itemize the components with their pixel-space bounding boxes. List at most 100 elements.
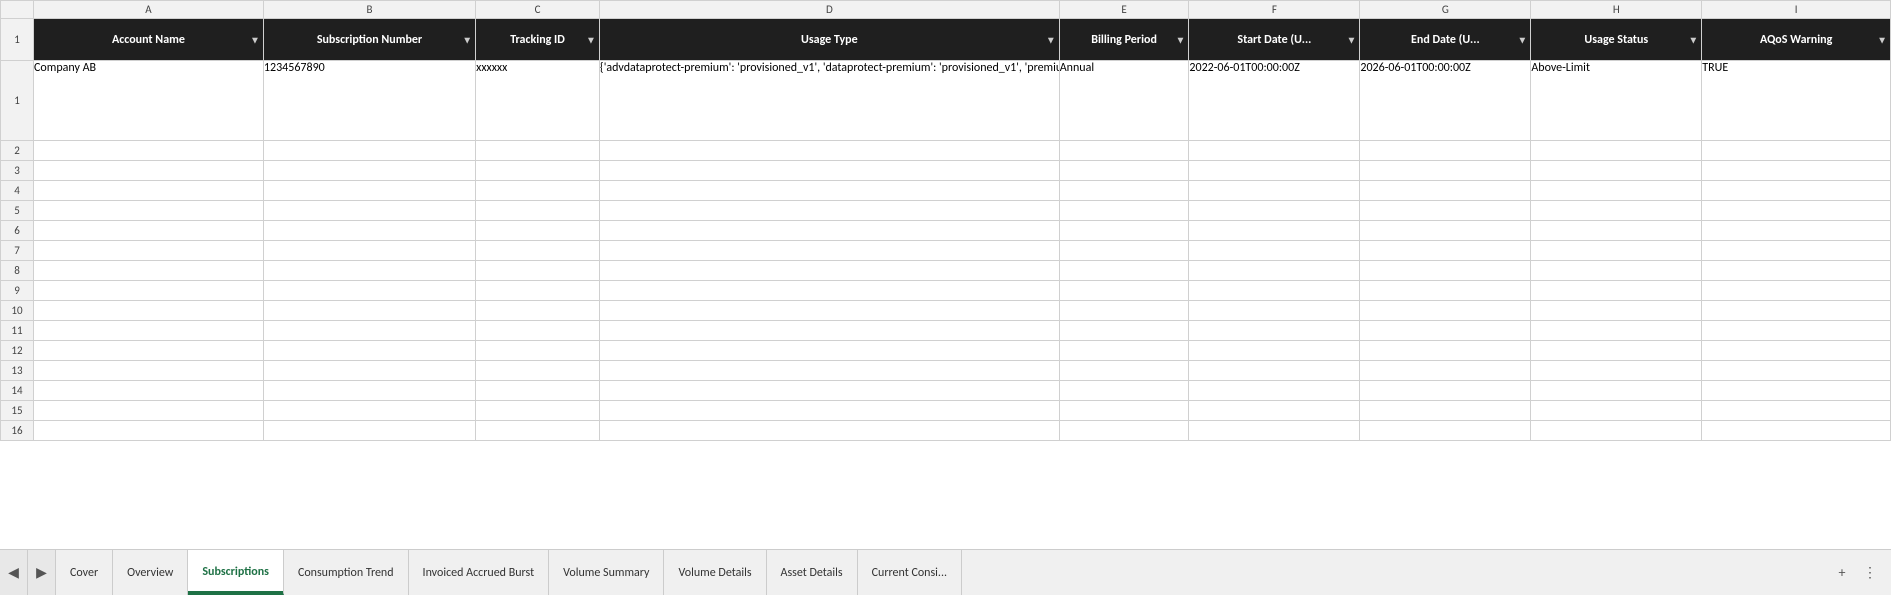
cell-end-date[interactable] [1360,161,1531,181]
cell-billing-period[interactable] [1059,421,1189,441]
cell-usage-status[interactable] [1531,281,1702,301]
filter-dropdown-f[interactable]: ▼ [1346,33,1356,46]
cell-tracking-id[interactable] [476,361,600,381]
cell-subscription-number[interactable] [263,161,475,181]
cell-billing-period[interactable] [1059,221,1189,241]
cell-tracking-id[interactable] [476,281,600,301]
cell-tracking-id[interactable]: xxxxxx [476,61,600,141]
cell-subscription-number[interactable] [263,241,475,261]
cell-billing-period[interactable] [1059,201,1189,221]
cell-account-name[interactable] [34,341,264,361]
cell-aqos-warning[interactable] [1702,261,1891,281]
cell-aqos-warning[interactable] [1702,221,1891,241]
cell-end-date[interactable] [1360,401,1531,421]
cell-subscription-number[interactable] [263,361,475,381]
cell-tracking-id[interactable] [476,221,600,241]
cell-account-name[interactable] [34,181,264,201]
filter-dropdown-i[interactable]: ▼ [1877,33,1887,46]
tab-overview[interactable]: Overview [113,550,188,595]
cell-usage-type[interactable] [599,401,1059,421]
cell-start-date[interactable] [1189,201,1360,221]
cell-billing-period[interactable] [1059,241,1189,261]
more-sheets-button[interactable]: ⋮ [1857,560,1883,586]
cell-usage-type[interactable] [599,301,1059,321]
cell-usage-type[interactable] [599,421,1059,441]
col-header-start-date[interactable]: Start Date (U... ▼ [1189,19,1360,61]
cell-aqos-warning[interactable] [1702,421,1891,441]
col-letter-g[interactable]: G [1360,1,1531,19]
cell-tracking-id[interactable] [476,301,600,321]
cell-aqos-warning[interactable] [1702,161,1891,181]
cell-usage-status[interactable] [1531,201,1702,221]
cell-end-date[interactable] [1360,281,1531,301]
cell-usage-status[interactable] [1531,301,1702,321]
cell-start-date[interactable] [1189,281,1360,301]
cell-billing-period[interactable]: Annual [1059,61,1189,141]
col-letter-d[interactable]: D [599,1,1059,19]
cell-account-name[interactable] [34,241,264,261]
cell-start-date[interactable] [1189,381,1360,401]
cell-account-name[interactable]: Company AB [34,61,264,141]
cell-start-date[interactable] [1189,261,1360,281]
cell-end-date[interactable] [1360,301,1531,321]
cell-subscription-number[interactable] [263,421,475,441]
cell-usage-status[interactable] [1531,221,1702,241]
cell-end-date[interactable]: 2026-06-01T00:00:00Z [1360,61,1531,141]
cell-aqos-warning[interactable] [1702,381,1891,401]
cell-tracking-id[interactable] [476,141,600,161]
cell-usage-status[interactable] [1531,241,1702,261]
cell-start-date[interactable] [1189,321,1360,341]
cell-account-name[interactable] [34,321,264,341]
cell-usage-type[interactable] [599,281,1059,301]
cell-end-date[interactable] [1360,361,1531,381]
cell-end-date[interactable] [1360,141,1531,161]
cell-usage-type[interactable] [599,381,1059,401]
cell-start-date[interactable] [1189,181,1360,201]
cell-account-name[interactable] [34,301,264,321]
cell-usage-type[interactable] [599,261,1059,281]
cell-end-date[interactable] [1360,381,1531,401]
cell-billing-period[interactable] [1059,281,1189,301]
cell-usage-type[interactable] [599,221,1059,241]
cell-aqos-warning[interactable] [1702,201,1891,221]
cell-tracking-id[interactable] [476,421,600,441]
cell-tracking-id[interactable] [476,321,600,341]
filter-dropdown-g[interactable]: ▼ [1517,33,1527,46]
cell-account-name[interactable] [34,201,264,221]
col-letter-b[interactable]: B [263,1,475,19]
cell-end-date[interactable] [1360,261,1531,281]
cell-subscription-number[interactable] [263,381,475,401]
tab-volume-summary[interactable]: Volume Summary [549,550,664,595]
cell-account-name[interactable] [34,421,264,441]
cell-usage-type[interactable] [599,141,1059,161]
cell-end-date[interactable] [1360,181,1531,201]
cell-end-date[interactable] [1360,201,1531,221]
cell-tracking-id[interactable] [476,161,600,181]
cell-start-date[interactable] [1189,161,1360,181]
cell-end-date[interactable] [1360,321,1531,341]
cell-start-date[interactable] [1189,361,1360,381]
cell-start-date[interactable]: 2022-06-01T00:00:00Z [1189,61,1360,141]
cell-tracking-id[interactable] [476,201,600,221]
cell-end-date[interactable] [1360,341,1531,361]
cell-tracking-id[interactable] [476,401,600,421]
cell-billing-period[interactable] [1059,321,1189,341]
cell-billing-period[interactable] [1059,261,1189,281]
cell-start-date[interactable] [1189,301,1360,321]
cell-end-date[interactable] [1360,241,1531,261]
cell-tracking-id[interactable] [476,381,600,401]
col-header-usage-status[interactable]: Usage Status ▼ [1531,19,1702,61]
cell-account-name[interactable] [34,261,264,281]
filter-dropdown-a[interactable]: ▼ [250,33,260,46]
cell-usage-type[interactable] [599,321,1059,341]
tab-prev-button[interactable]: ◀ [0,550,28,595]
col-letter-f[interactable]: F [1189,1,1360,19]
cell-usage-status[interactable] [1531,161,1702,181]
cell-subscription-number[interactable] [263,321,475,341]
cell-subscription-number[interactable] [263,221,475,241]
cell-aqos-warning[interactable] [1702,401,1891,421]
cell-start-date[interactable] [1189,241,1360,261]
cell-aqos-warning[interactable] [1702,281,1891,301]
filter-dropdown-e[interactable]: ▼ [1176,33,1186,46]
cell-account-name[interactable] [34,161,264,181]
